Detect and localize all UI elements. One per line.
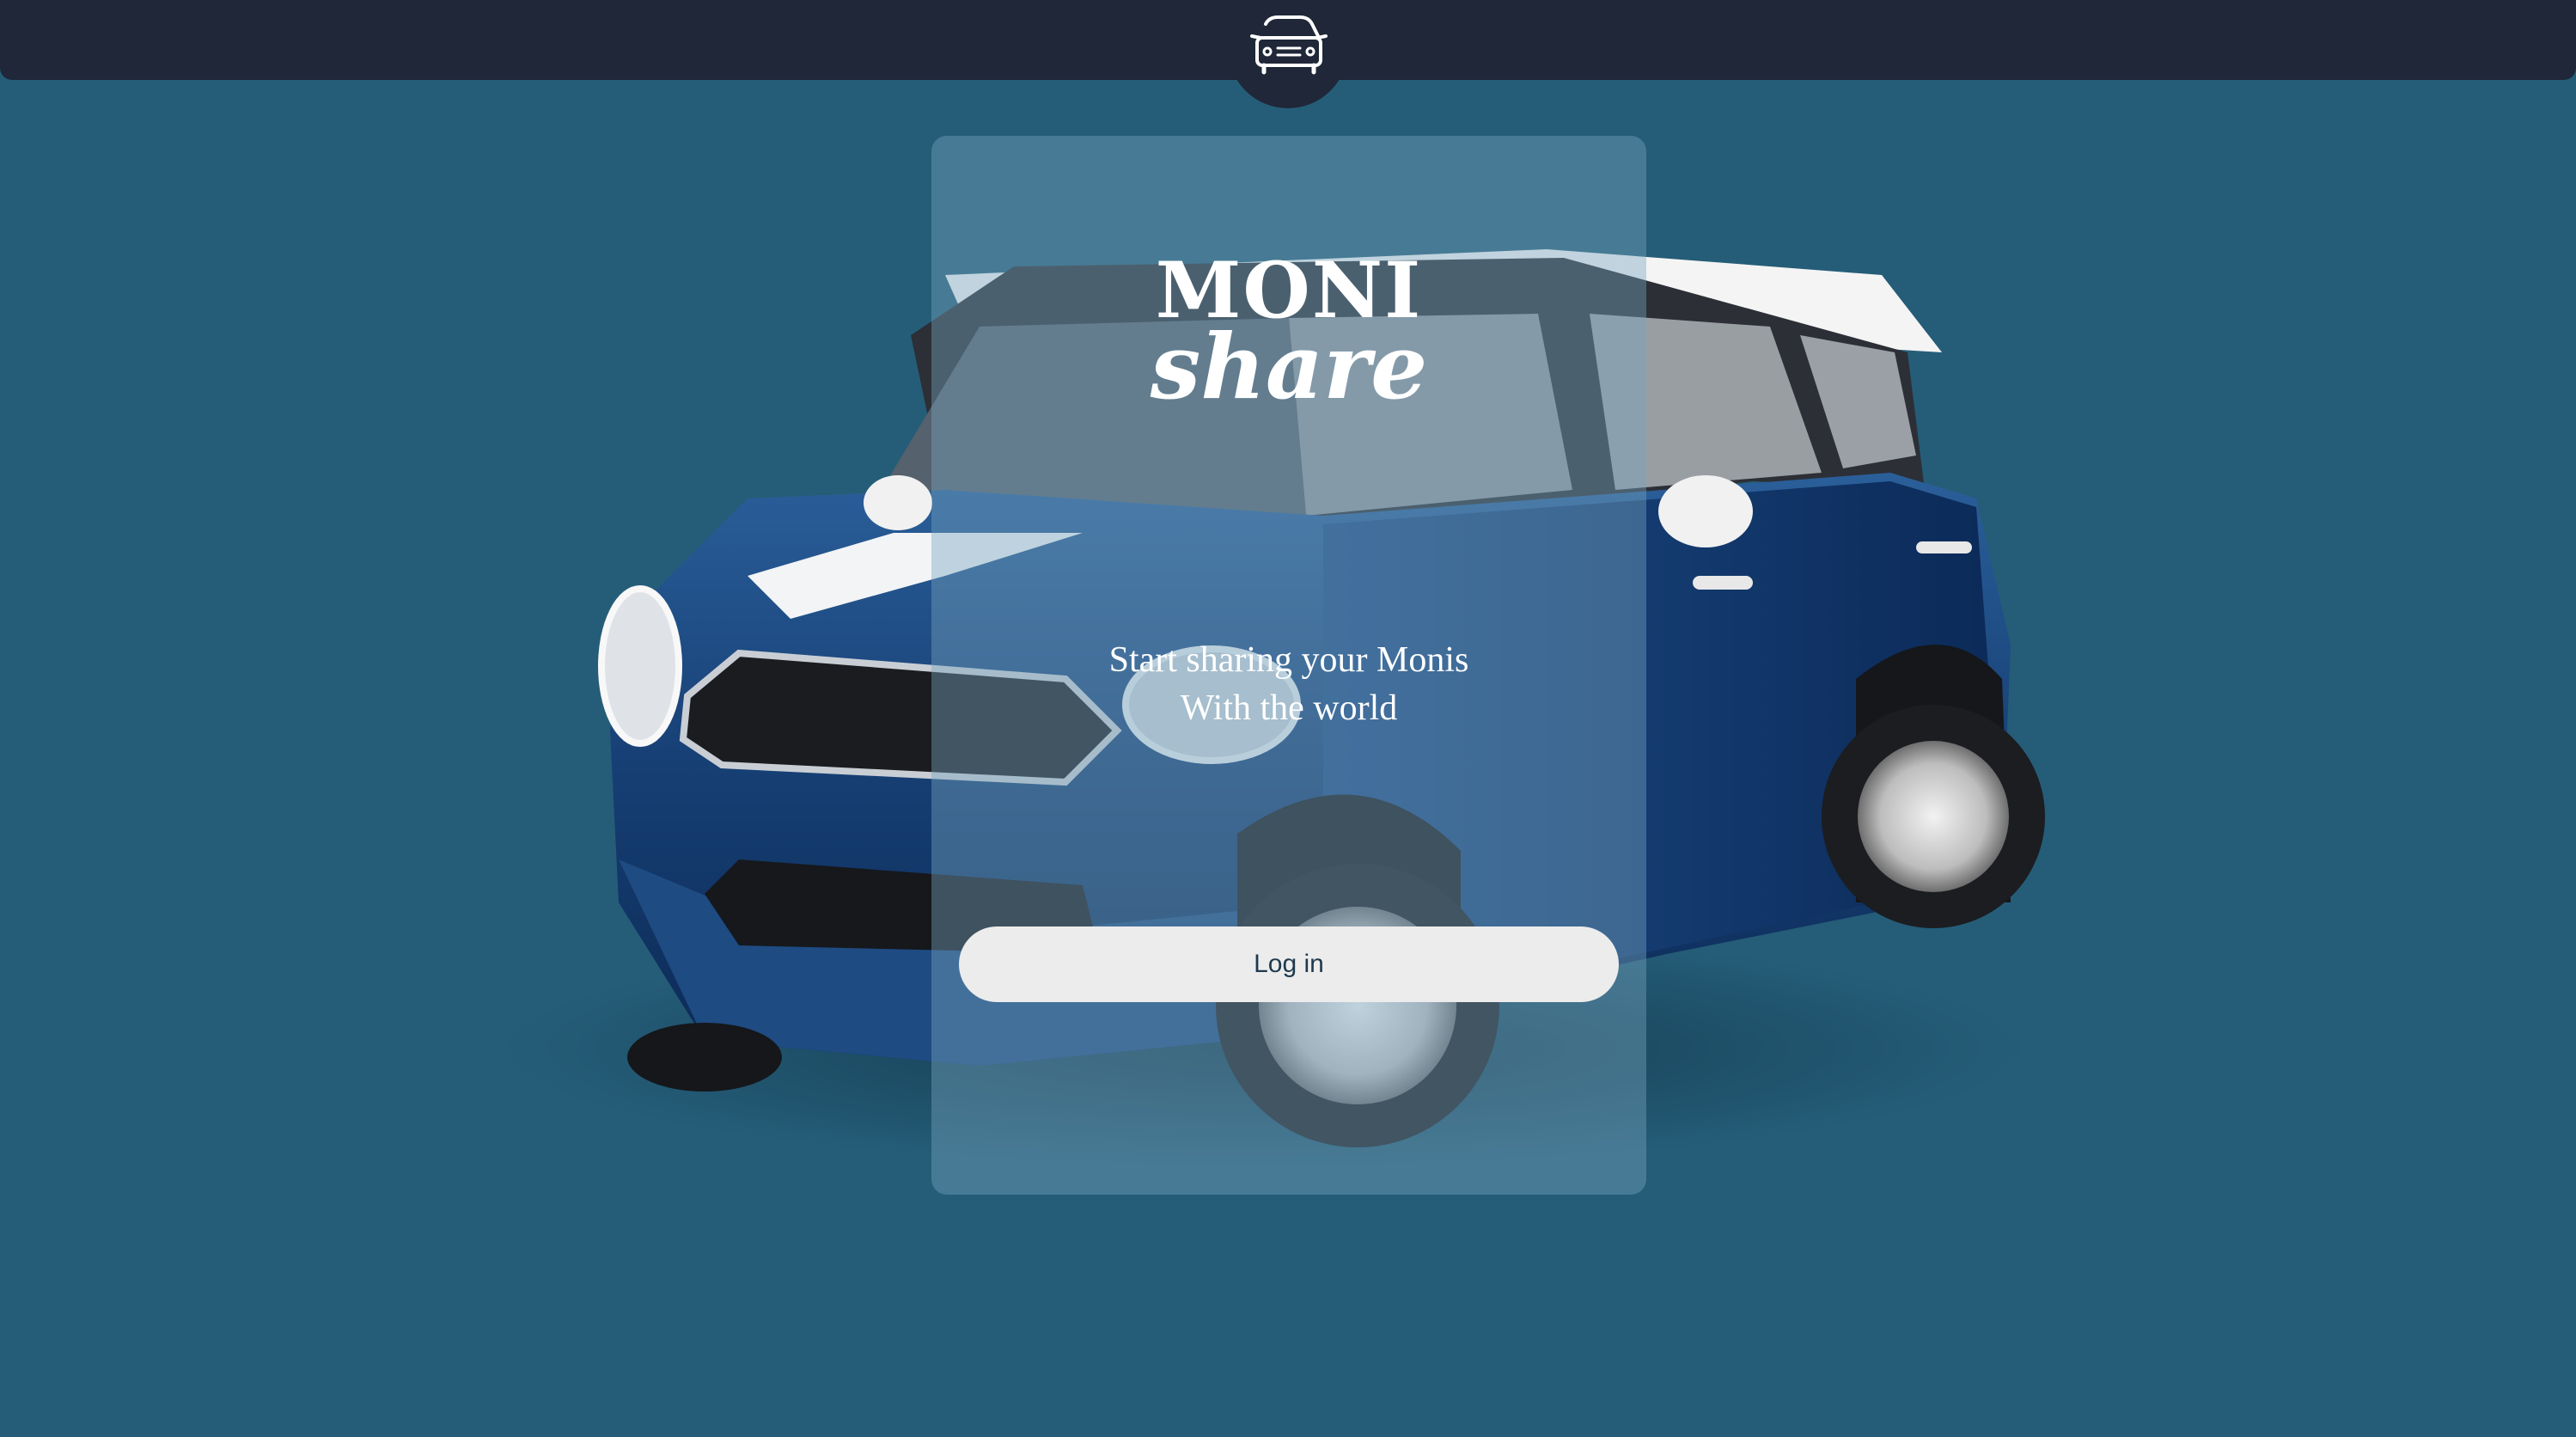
- landing-page: MONI share Start sharing your Monis With…: [0, 0, 2576, 1437]
- car-icon[interactable]: [1250, 12, 1328, 76]
- login-button[interactable]: Log in: [959, 926, 1619, 1002]
- tagline: Start sharing your Monis With the world: [931, 636, 1646, 732]
- brand-logo-share: share: [1150, 314, 1428, 419]
- tagline-line-1: Start sharing your Monis: [1108, 640, 1469, 680]
- tagline-line-2: With the world: [1180, 688, 1398, 728]
